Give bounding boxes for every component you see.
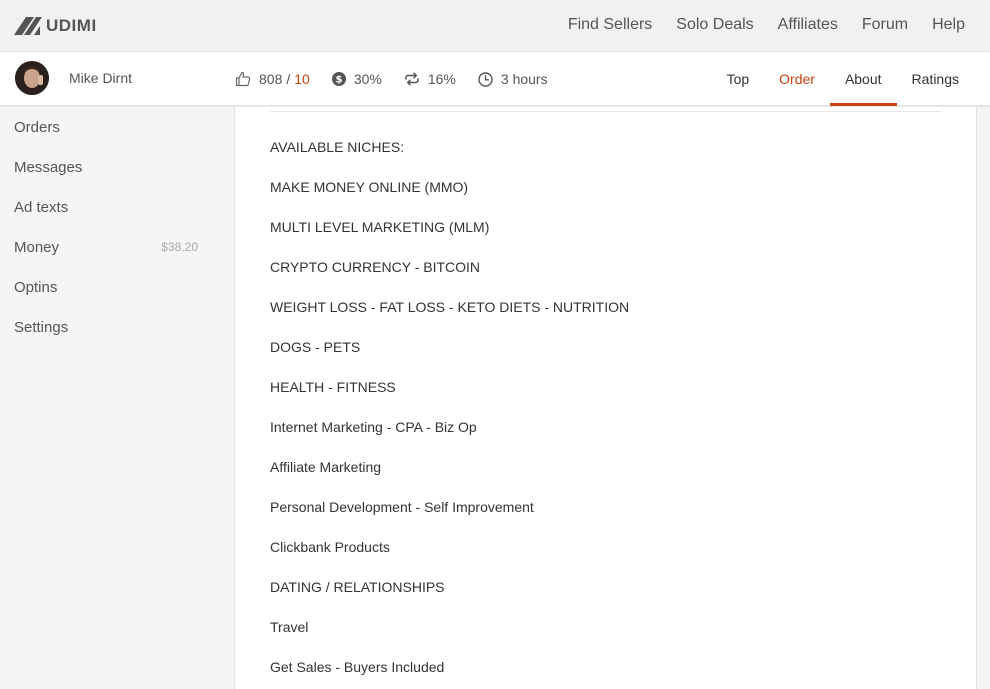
about-text: AVAILABLE NICHES: MAKE MONEY ONLINE (MMO… — [270, 127, 629, 687]
nav-links: Find Sellers Solo Deals Affiliates Forum… — [544, 0, 965, 50]
about-line: AVAILABLE NICHES: — [270, 139, 405, 155]
nav-affiliates[interactable]: Affiliates — [778, 16, 838, 34]
nav-find-sellers[interactable]: Find Sellers — [568, 16, 652, 34]
sidebar-item-ad-texts[interactable]: Ad texts — [0, 187, 234, 227]
about-line: CRYPTO CURRENCY - BITCOIN — [270, 259, 481, 275]
sidebar-item-optins[interactable]: Optins — [0, 267, 234, 307]
avatar[interactable] — [15, 61, 49, 95]
ratings-separator: / — [286, 71, 291, 87]
svg-text:$: $ — [335, 75, 342, 86]
stat-response-time: 3 hours — [478, 71, 548, 87]
profile-tabs: Top Order About Ratings — [712, 52, 974, 106]
stat-sales: $ 30% — [331, 71, 382, 87]
about-line: Get Sales - Buyers Included — [270, 659, 445, 675]
repeat-percent: 16% — [427, 71, 456, 87]
sidebar-item-label: Orders — [14, 118, 60, 136]
about-line: Clickbank Products — [270, 539, 390, 555]
seller-stats: 808 / 10 $ 30% 16% 3 hours — [235, 52, 570, 106]
nav-solo-deals[interactable]: Solo Deals — [676, 16, 753, 34]
sidebar-item-money[interactable]: Money $38.20 — [0, 227, 234, 267]
about-line: DOGS - PETS — [270, 339, 361, 355]
seller-profile-bar: Mike Dirnt 808 / 10 $ 30% 16% 3 hours To… — [0, 52, 990, 106]
content-divider — [270, 111, 941, 112]
response-time: 3 hours — [500, 71, 548, 87]
seller-name[interactable]: Mike Dirnt — [69, 70, 132, 86]
tab-ratings[interactable]: Ratings — [897, 52, 974, 106]
avatar-face-icon — [15, 61, 49, 95]
likes-count: 808 — [259, 71, 283, 87]
logo[interactable]: UDIMI — [14, 15, 97, 37]
sidebar: Orders Messages Ad texts Money $38.20 Op… — [0, 107, 234, 689]
nav-help[interactable]: Help — [932, 16, 965, 34]
about-line: MAKE MONEY ONLINE (MMO) — [270, 179, 469, 195]
sales-percent: 30% — [353, 71, 382, 87]
money-balance: $38.20 — [161, 240, 198, 254]
sidebar-item-label: Messages — [14, 158, 83, 176]
sidebar-item-messages[interactable]: Messages — [0, 147, 234, 187]
about-content: AVAILABLE NICHES: MAKE MONEY ONLINE (MMO… — [234, 107, 977, 689]
dislikes-count: 10 — [294, 71, 310, 87]
about-line: HEALTH - FITNESS — [270, 379, 396, 395]
stat-repeat: 16% — [404, 71, 456, 87]
tab-about[interactable]: About — [829, 52, 897, 106]
about-line: MULTI LEVEL MARKETING (MLM) — [270, 219, 490, 235]
dollar-circle-icon: $ — [331, 72, 346, 86]
about-line: WEIGHT LOSS - FAT LOSS - KETO DIETS - NU… — [270, 299, 630, 315]
about-line: Affiliate Marketing — [270, 459, 382, 475]
clock-icon — [478, 71, 493, 87]
about-line: Internet Marketing - CPA - Biz Op — [270, 419, 477, 435]
sidebar-item-label: Ad texts — [14, 198, 69, 216]
sidebar-item-orders[interactable]: Orders — [0, 107, 234, 147]
sidebar-item-settings[interactable]: Settings — [0, 307, 234, 347]
sidebar-item-label: Settings — [14, 318, 69, 336]
about-line: Travel — [270, 619, 309, 635]
nav-forum[interactable]: Forum — [862, 16, 908, 34]
thumbs-up-icon — [235, 71, 251, 87]
logo-text: UDIMI — [46, 16, 97, 35]
sidebar-item-label: Money — [14, 238, 60, 256]
tab-top[interactable]: Top — [712, 52, 765, 106]
tab-order[interactable]: Order — [764, 52, 830, 106]
repeat-icon — [405, 72, 419, 86]
about-line: Personal Development - Self Improvement — [270, 499, 534, 515]
stat-ratings: 808 / 10 — [235, 71, 310, 87]
top-navigation: UDIMI Find Sellers Solo Deals Affiliates… — [0, 0, 990, 52]
udimi-logo-icon — [14, 17, 42, 35]
about-line: DATING / RELATIONSHIPS — [270, 579, 445, 595]
sidebar-item-label: Optins — [14, 278, 58, 296]
